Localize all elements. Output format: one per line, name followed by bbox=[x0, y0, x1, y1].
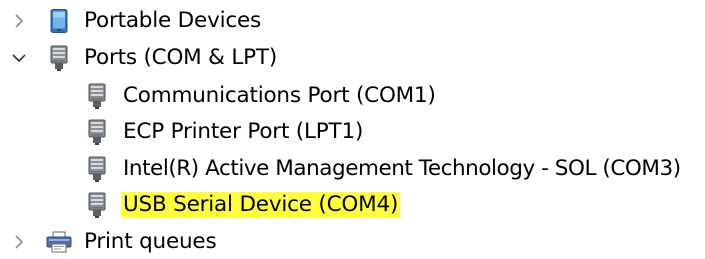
tree-node-ports-com-lpt[interactable]: Ports (COM & LPT) bbox=[0, 41, 300, 75]
port-connector-icon bbox=[46, 45, 72, 71]
port-connector-icon bbox=[84, 83, 110, 109]
port-connector-icon bbox=[84, 119, 110, 145]
tree-node-label: Portable Devices bbox=[84, 8, 262, 33]
tree-node-label: Ports (COM & LPT) bbox=[84, 45, 278, 70]
tree-node-label: Communications Port (COM1) bbox=[123, 83, 436, 108]
chevron-right-icon[interactable] bbox=[10, 12, 28, 30]
tree-node-label: ECP Printer Port (LPT1) bbox=[123, 119, 364, 144]
tree-node-label: Intel(R) Active Management Technology - … bbox=[123, 156, 681, 181]
tree-node-label: Print queues bbox=[84, 229, 217, 254]
portable-device-icon bbox=[46, 8, 72, 34]
port-connector-icon bbox=[84, 156, 110, 182]
tree-node-intel-amt-sol-com3[interactable]: Intel(R) Active Management Technology - … bbox=[0, 152, 681, 186]
port-connector-icon bbox=[84, 192, 110, 218]
printer-icon bbox=[46, 229, 72, 255]
chevron-right-icon[interactable] bbox=[10, 233, 28, 251]
tree-node-usb-serial-device-com4[interactable]: USB Serial Device (COM4) bbox=[0, 188, 420, 222]
tree-node-ecp-printer-port-lpt1[interactable]: ECP Printer Port (LPT1) bbox=[0, 115, 400, 149]
tree-node-portable-devices[interactable]: Portable Devices bbox=[0, 4, 300, 38]
tree-node-label-highlighted: USB Serial Device (COM4) bbox=[121, 192, 401, 218]
device-tree: Portable Devices Ports (COM & LPT) Commu… bbox=[0, 0, 705, 254]
tree-node-communications-port-com1[interactable]: Communications Port (COM1) bbox=[0, 79, 460, 113]
chevron-down-icon[interactable] bbox=[10, 49, 28, 67]
